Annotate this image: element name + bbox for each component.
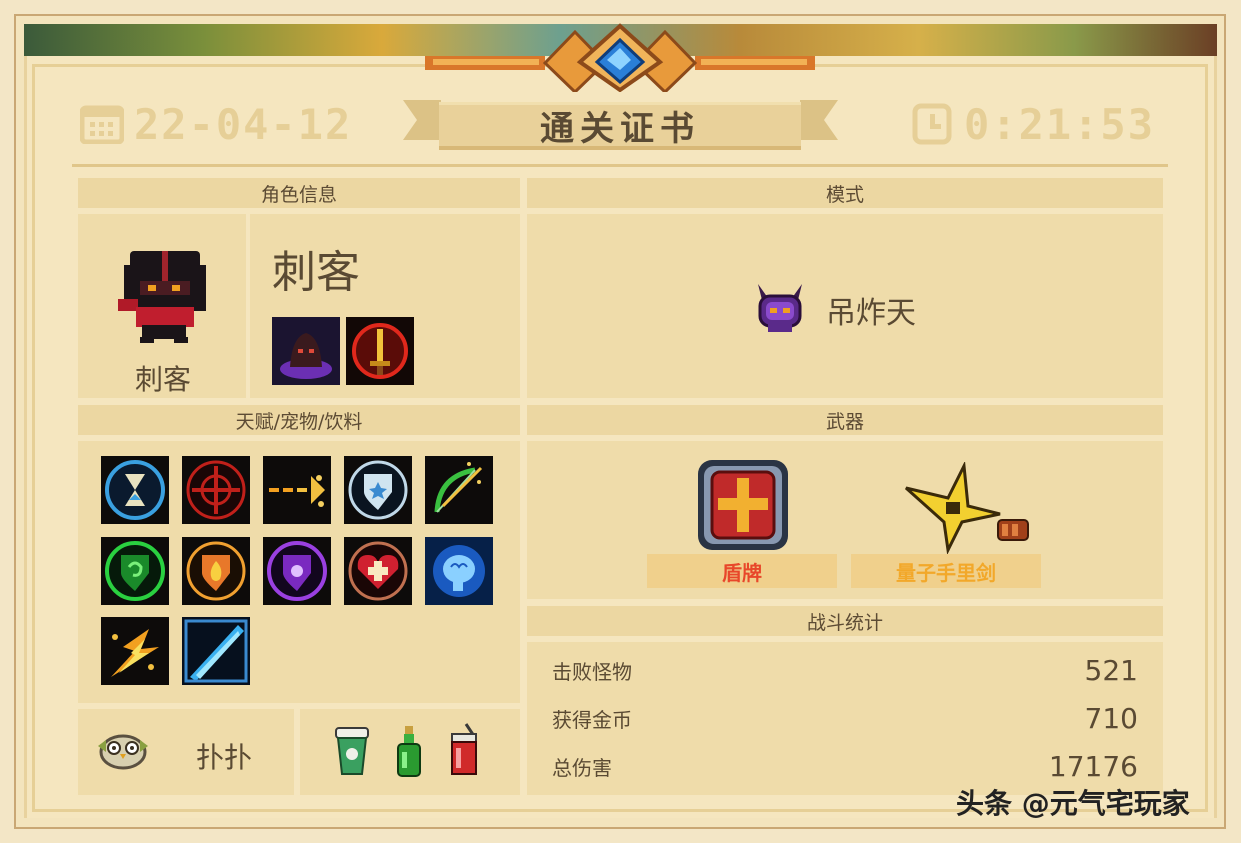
shadow-hood-icon (272, 317, 340, 385)
red-soda-icon (451, 723, 477, 775)
quantum-shuriken-icon[interactable] (902, 462, 1042, 554)
stat-label: 击败怪物 (552, 659, 632, 684)
mode-name: 吊炸天 (826, 296, 916, 331)
talent-slot[interactable] (425, 537, 493, 605)
header-divider (72, 164, 1168, 167)
skill-slot[interactable] (346, 317, 414, 385)
pet-name: 扑扑 (196, 741, 253, 774)
character-name: 刺客 (272, 247, 360, 298)
calendar-icon (80, 105, 124, 144)
stat-value: 710 (1084, 701, 1138, 735)
crest-gem-icon (425, 23, 815, 92)
watermark-text: 头条 @元气宅玩家 (956, 787, 1190, 820)
stat-value: 17176 (1048, 749, 1138, 783)
green-shield-icon (105, 541, 165, 601)
title-banner: 通关证书 (403, 96, 838, 154)
character-label: 刺客 (134, 363, 191, 396)
banner-left-ribbon (403, 100, 441, 140)
stat-label: 获得金币 (552, 707, 632, 732)
weapons-section-header: 武器 (527, 405, 1163, 435)
talent-slot[interactable] (101, 617, 169, 685)
skill-slot[interactable] (272, 317, 340, 385)
talent-slot[interactable] (263, 537, 331, 605)
talent-slot[interactable] (182, 617, 250, 685)
heart-plus-icon (348, 541, 408, 601)
weapon-label-shield: 盾牌 (647, 554, 837, 588)
bow-icon (434, 462, 483, 513)
talent-slot[interactable] (425, 456, 493, 524)
stat-value: 521 (1084, 653, 1138, 687)
brain-icon (425, 537, 493, 605)
shield-weapon-icon[interactable] (694, 456, 792, 554)
owl-pet-icon (98, 734, 148, 770)
stat-label: 总伤害 (552, 755, 612, 780)
hourglass-icon (105, 460, 165, 520)
golden-sword-icon (346, 317, 414, 385)
stats-section-header: 战斗统计 (527, 606, 1163, 636)
talent-slot[interactable] (101, 537, 169, 605)
date-display: 22-04-12 (80, 99, 353, 149)
clock-icon (912, 103, 952, 145)
explosion-icon (111, 629, 159, 677)
weapon-label-shuriken: 量子手里剑 (851, 554, 1041, 588)
time-text: 0:21:53 (964, 99, 1156, 149)
mode-section-header: 模式 (527, 178, 1163, 208)
stat-row: 总伤害 17176 (552, 746, 1138, 786)
time-display: 0:21:53 (912, 99, 1156, 149)
talent-slot[interactable] (344, 456, 412, 524)
coffee-cup-icon (335, 727, 369, 775)
green-bottle-icon (397, 726, 421, 777)
stat-row: 获得金币 710 (552, 698, 1138, 738)
fire-shield-icon (186, 541, 246, 601)
stat-row: 击败怪物 521 (552, 650, 1138, 690)
crosshair-icon (186, 460, 246, 520)
purple-demon-icon (758, 284, 802, 332)
shield-star-icon (348, 460, 408, 520)
assassin-portrait-icon (118, 251, 206, 343)
talents-section-header: 天赋/宠物/饮料 (78, 405, 520, 435)
talent-slot[interactable] (344, 537, 412, 605)
talent-slot[interactable] (182, 456, 250, 524)
blue-blade-icon (182, 617, 250, 685)
talent-slot[interactable] (101, 456, 169, 524)
weapons-panel (527, 441, 1163, 599)
talent-slot[interactable] (263, 456, 331, 524)
talent-slot[interactable] (182, 537, 250, 605)
purple-shield-icon (267, 541, 327, 601)
dash-arrow-icon (269, 475, 325, 507)
character-section-header: 角色信息 (78, 178, 520, 208)
date-text: 22-04-12 (134, 99, 353, 149)
certificate-title: 通关证书 (540, 109, 700, 149)
banner-right-ribbon (800, 100, 838, 140)
